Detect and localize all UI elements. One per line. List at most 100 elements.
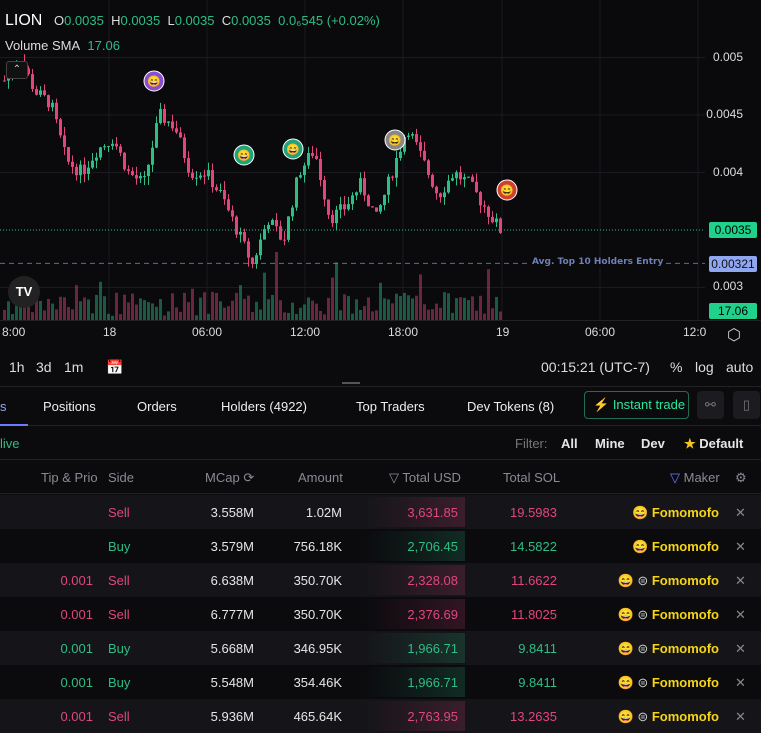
total-sol: 9.8411 [518,641,557,656]
close-icon[interactable]: ✕ [735,573,746,589]
col-maker[interactable]: ▽ Maker [670,470,720,486]
maker[interactable]: 😄 ⊜ Fomomofo [618,607,720,623]
volume-bar [411,298,414,320]
log-toggle[interactable]: log [695,359,714,375]
candle [67,147,70,162]
tab-holders[interactable]: Holders (4922) [221,399,307,414]
chart-settings-icon[interactable]: ⬡ [727,325,741,345]
tab-trades[interactable]: s [0,399,7,414]
maker[interactable]: 😄 Fomomofo [632,505,719,521]
volume-bar [99,281,102,320]
percent-toggle[interactable]: % [670,359,682,375]
tip: 0.001 [60,573,93,588]
interval-1m[interactable]: 1m [64,359,83,375]
tab-orders[interactable]: Orders [137,399,177,414]
interval-3d[interactable]: 3d [36,359,52,375]
volume-bar [271,294,274,320]
volume-bar [463,297,466,320]
amount: 756.18K [293,539,342,554]
candle [183,137,186,159]
maker[interactable]: 😄 ⊜ Fomomofo [618,675,720,691]
resize-handle[interactable] [342,382,360,384]
volume-bar [339,310,342,320]
total-sol: 19.5983 [510,505,557,520]
volume-bar [267,299,270,320]
maker[interactable]: 😄 ⊜ Fomomofo [618,641,720,657]
close-icon[interactable]: ✕ [735,641,746,657]
filter-default[interactable]: ★ Default [684,436,743,452]
volume-bar [447,293,450,320]
volume-bar [55,309,58,320]
price-label: 0.0045 [706,107,743,121]
candle [471,176,474,182]
side: Sell [108,573,130,588]
filter-mine[interactable]: Mine [595,436,625,451]
close-icon[interactable]: ✕ [735,709,746,725]
table-row[interactable]: 0.001 Buy 5.668M 346.95K 1,966.71 9.8411… [0,631,761,665]
instant-trade-button[interactable]: ⚡ Instant trade [584,391,689,419]
marker-emoji-icon: 😄 [286,143,300,156]
volume-bar [399,296,402,320]
price-chart[interactable]: 😄 😄 😄 😄 😄 LION O0.0035 H0.0035 L0.0035 C0.00… [0,0,761,320]
candle [419,142,422,151]
tab-positions[interactable]: Positions [43,399,96,414]
volume-bar [227,306,230,320]
candle [47,95,50,108]
volume-bar [403,292,406,320]
volume-bar [67,307,70,320]
total-usd: 3,631.85 [407,505,458,520]
amount: 1.02M [305,505,342,520]
maker[interactable]: 😄 ⊜ Fomomofo [618,573,720,589]
side: Sell [108,709,130,724]
volume-bar [51,303,54,320]
close-icon[interactable]: ✕ [735,505,746,521]
interval-1h[interactable]: 1h [9,359,25,375]
tab-dev-tokens[interactable]: Dev Tokens (8) [467,399,554,414]
table-row[interactable]: Sell 3.558M 1.02M 3,631.85 19.5983 😄 Fom… [0,495,761,529]
volume-bar [471,296,474,320]
filter-all[interactable]: All [561,436,578,451]
volume-bar [495,296,498,320]
table-row[interactable]: 0.001 Buy 5.548M 354.46K 1,966.71 9.8411… [0,665,761,699]
close-icon[interactable]: ✕ [735,607,746,623]
filter-icon: ▽ [389,470,399,485]
l-label: L [167,13,175,28]
collapse-legend-button[interactable]: ⌃ [6,61,28,79]
volume-bar [175,307,178,320]
volume-bar [151,303,154,320]
auto-toggle[interactable]: auto [726,359,753,375]
maker[interactable]: 😄 ⊜ Fomomofo [618,709,720,725]
amount: 465.64K [293,709,342,724]
gear-icon[interactable]: ⚙ [735,470,747,486]
candle [79,164,82,176]
volume-bar [255,301,258,320]
calendar-icon[interactable]: 📅 [106,359,123,376]
table-row[interactable]: 0.001 Sell 6.777M 350.70K 2,376.69 11.80… [0,597,761,631]
volume-bar [43,310,46,320]
candle [167,121,170,123]
table-row[interactable]: 0.001 Sell 6.638M 350.70K 2,328.08 11.66… [0,563,761,597]
candle [399,151,402,159]
col-mcap[interactable]: MCap ⟳ [205,470,254,486]
bubbles-icon[interactable]: ⚯ [697,391,724,419]
maker[interactable]: 😄 Fomomofo [632,539,719,555]
volume-bar [375,310,378,320]
volume-bar [83,297,86,320]
side: Buy [108,675,131,690]
volume-bar [239,285,242,320]
panel-toggle-icon[interactable]: ▯ [733,391,760,419]
col-total-usd[interactable]: ▽ Total USD [389,470,461,486]
table-header: Tip & Prio Side MCap ⟳ Amount ▽ Total US… [0,460,761,494]
tab-top-traders[interactable]: Top Traders [356,399,425,414]
volume-bar [451,312,454,320]
table-row[interactable]: 0.001 Sell 5.936M 465.64K 2,763.95 13.26… [0,699,761,733]
close-icon[interactable]: ✕ [735,675,746,691]
filter-dev[interactable]: Dev [641,436,665,451]
table-row[interactable]: Buy 3.579M 756.18K 2,706.45 14.5822 😄 Fo… [0,529,761,563]
close-icon[interactable]: ✕ [735,539,746,555]
volume-bar [335,262,338,320]
marker-emoji-icon: 😄 [147,75,161,88]
candle [347,204,350,210]
candle [227,199,230,211]
tradingview-logo-icon[interactable]: TV [8,276,40,308]
